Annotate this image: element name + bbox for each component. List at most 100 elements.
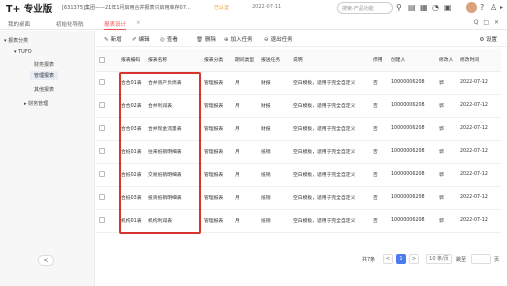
row-checkbox[interactable]: [99, 102, 105, 109]
bell-icon[interactable]: ◔: [432, 2, 439, 14]
row-select-cell[interactable]: [96, 140, 118, 164]
sidebar-item-finance-report[interactable]: 财务报表: [34, 61, 54, 68]
row-checkbox[interactable]: [99, 217, 105, 224]
sidebar-item-other-report[interactable]: 其他报表: [34, 86, 54, 93]
sidebar-item-management-report[interactable]: 管理报表: [30, 71, 59, 80]
table-cell: 财报: [258, 117, 290, 141]
goto-unit: 页: [494, 257, 500, 263]
table-cell: 否: [370, 71, 388, 95]
table-cell: 郭: [436, 94, 457, 118]
logout-icon[interactable]: ▸: [500, 2, 503, 14]
table-cell: 空白模板，适用于完全自定义: [290, 117, 370, 141]
header-cell[interactable]: 说明: [290, 49, 370, 72]
header-cell[interactable]: 报送任务: [258, 49, 290, 72]
table-cell: 管理报表: [201, 163, 232, 187]
header-cell[interactable]: 报表分类: [201, 49, 232, 72]
grid-icon[interactable]: ▣: [444, 2, 452, 14]
row-checkbox[interactable]: [99, 171, 105, 178]
join-task-icon: ⊕: [224, 37, 229, 43]
row-select-cell[interactable]: [96, 117, 118, 141]
row-checkbox[interactable]: [99, 194, 105, 201]
edit-icon: ✐: [132, 37, 137, 43]
tab-desktop[interactable]: 我的桌面: [8, 20, 30, 28]
table-cell: 抵销: [258, 209, 290, 233]
row-select-cell[interactable]: [96, 186, 118, 210]
row-select-cell[interactable]: [96, 94, 118, 118]
table-cell: 10000006208: [388, 94, 436, 118]
header-cell[interactable]: 修改时间: [457, 49, 501, 72]
view-icon: ◎: [160, 37, 165, 43]
select-all-checkbox[interactable]: [99, 56, 105, 63]
table-cell: 郭: [436, 117, 457, 141]
user-icon[interactable]: ♙: [490, 2, 497, 14]
view-button[interactable]: ◎ 查看: [160, 35, 178, 43]
table-cell: 空白模板，适用于完全自定义: [290, 94, 370, 118]
row-checkbox[interactable]: [99, 79, 105, 86]
sidebar-collapse-button[interactable]: <: [38, 255, 54, 266]
tab-report-design[interactable]: 报表设计: [104, 20, 127, 30]
row-checkbox[interactable]: [99, 125, 105, 132]
table-cell: 月: [232, 163, 258, 187]
add-button[interactable]: ✎ 新增: [104, 35, 122, 43]
table-cell: 2022-07-12: [457, 94, 501, 118]
header-cell[interactable]: 修改人: [436, 49, 457, 72]
header-select-all[interactable]: [96, 49, 118, 72]
table-cell: 10000006208: [388, 163, 436, 187]
goto-page-input[interactable]: [471, 254, 491, 264]
prev-page-button[interactable]: <: [383, 254, 393, 264]
sidebar-item-finance-manage[interactable]: ▸ 财务管理: [24, 100, 48, 107]
doc-icon[interactable]: ▤: [408, 2, 416, 14]
table-cell: 郭: [436, 140, 457, 164]
table-cell: 否: [370, 209, 388, 233]
question-icon[interactable]: ?: [480, 2, 484, 14]
sidebar: ▾ 报表分类 ▾ TUFO 财务报表 管理报表 其他报表 ▸ 财务管理 <: [0, 31, 95, 286]
search-icon[interactable]: ⚲: [396, 2, 402, 14]
tab-controls[interactable]: Q □ ✕: [474, 19, 499, 26]
table-cell: 否: [370, 140, 388, 164]
header-cell[interactable]: 期间类型: [232, 49, 258, 72]
tab-init-nav[interactable]: 初始化导航: [56, 20, 84, 28]
sidebar-item-tufo[interactable]: ▾ TUFO: [14, 49, 32, 55]
toolbar: ✎ 新增 ✐ 编辑 ◎ 查看 🗑 删除 ⊕ 加入任务 ⊖ 退出任务 ⚙ 设置: [96, 31, 507, 47]
search-input[interactable]: 搜索-产品功能: [337, 2, 393, 14]
tab-bar: 我的桌面 初始化导航 报表设计 × Q □ ✕: [0, 17, 507, 30]
table-cell: 10000006208: [388, 117, 436, 141]
edit-button[interactable]: ✐ 编辑: [132, 35, 150, 43]
header-cell[interactable]: 创建人: [388, 49, 436, 72]
pagination: 共7条 < 1 > 10 条/页 跳至 页: [96, 253, 501, 267]
total-count: 共7条: [362, 257, 376, 263]
table-cell: 否: [370, 186, 388, 210]
row-select-cell[interactable]: [96, 71, 118, 95]
tab-close-icon[interactable]: ×: [136, 20, 141, 26]
exit-task-button[interactable]: ⊖ 退出任务: [264, 35, 293, 43]
table-cell: 空白模板，适用于完全自定义: [290, 163, 370, 187]
table-cell: 10000006208: [388, 186, 436, 210]
settings-button[interactable]: ⚙ 设置: [479, 35, 497, 43]
header-cell[interactable]: 报表编码: [118, 49, 145, 72]
page-size-select[interactable]: 10 条/页: [426, 254, 452, 264]
table-cell: 空白模板，适用于完全自定义: [290, 140, 370, 164]
top-bar: T+ 专业版 [631375]集团——21年1月启用合并报表只启用库存07...…: [0, 0, 507, 17]
auth-badge: 已认证: [214, 5, 230, 11]
table-cell: 10000006208: [388, 140, 436, 164]
table-cell: 月: [232, 117, 258, 141]
page-1-button[interactable]: 1: [396, 254, 406, 264]
avatar[interactable]: [466, 2, 477, 13]
delete-button[interactable]: 🗑 删除: [196, 35, 216, 43]
header-cell[interactable]: 停用: [370, 49, 388, 72]
table-cell: 月: [232, 209, 258, 233]
calendar-icon[interactable]: ▦: [420, 2, 428, 14]
join-task-button[interactable]: ⊕ 加入任务: [224, 35, 253, 43]
table-cell: 月: [232, 140, 258, 164]
row-select-cell[interactable]: [96, 163, 118, 187]
org-selector[interactable]: [631375]集团——21年1月启用合并报表只启用库存07...: [62, 4, 191, 11]
table-cell: 郭: [436, 163, 457, 187]
row-select-cell[interactable]: [96, 209, 118, 233]
table-cell: 管理报表: [201, 140, 232, 164]
sidebar-item-report-category[interactable]: ▾ 报表分类: [4, 37, 28, 44]
table-cell: 否: [370, 94, 388, 118]
header-cell[interactable]: 报表名称: [145, 49, 201, 72]
row-checkbox[interactable]: [99, 148, 105, 155]
table-cell: 月: [232, 94, 258, 118]
next-page-button[interactable]: >: [409, 254, 419, 264]
